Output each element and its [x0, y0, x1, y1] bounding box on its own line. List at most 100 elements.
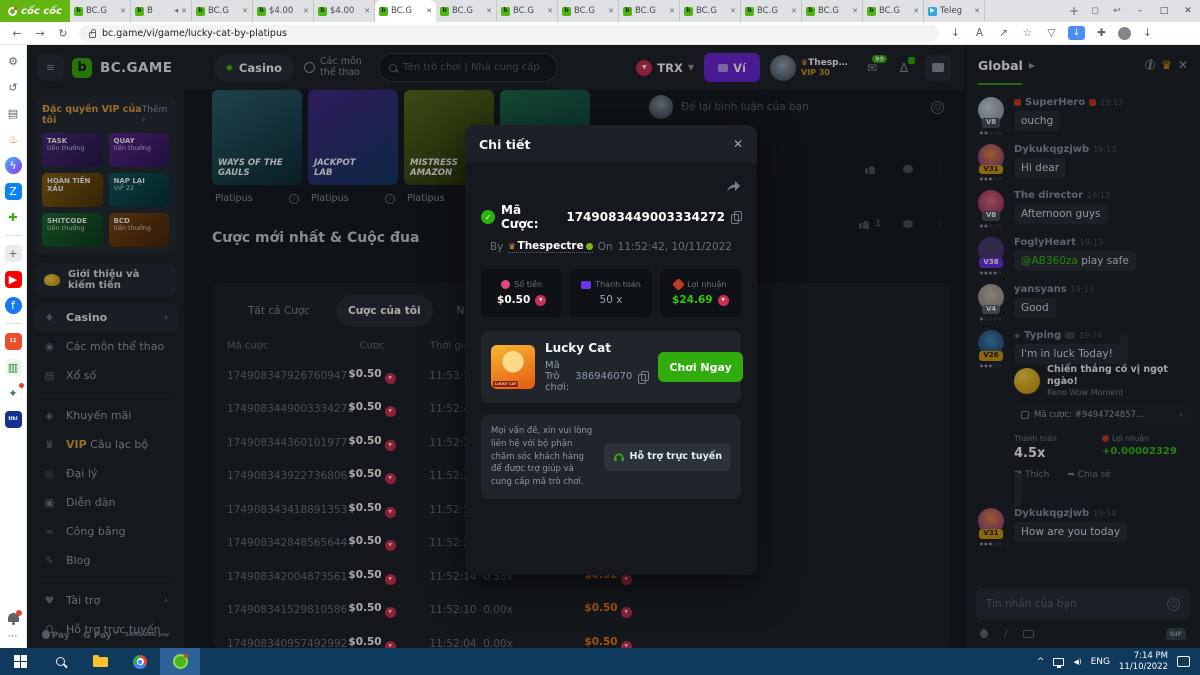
browser-tab[interactable]: b $4.00 ◀ ✕	[314, 0, 375, 22]
copy-icon[interactable]	[638, 371, 648, 383]
tab-close-icon[interactable]: ✕	[120, 7, 126, 15]
tab-title: $4.00	[269, 6, 300, 16]
live-support-button[interactable]: Hỗ trợ trực tuyến	[604, 443, 731, 471]
notification-dot	[19, 383, 24, 388]
browser-tab[interactable]: b BC.G ◀ ✕	[436, 0, 497, 22]
browser-sidebar-icon[interactable]: 11	[5, 333, 22, 350]
taskbar-search-icon[interactable]	[40, 648, 80, 675]
tab-close-icon[interactable]: ✕	[181, 7, 187, 15]
browser-tab[interactable]: b BC.G ◀ ✕	[863, 0, 924, 22]
browser-sidebar-icon[interactable]: ▥	[5, 359, 22, 376]
maximize-button[interactable]: □	[1152, 0, 1176, 22]
tab-title: $4.00	[330, 6, 361, 16]
tab-close-icon[interactable]: ✕	[426, 7, 432, 15]
tab-close-icon[interactable]: ✕	[547, 7, 553, 15]
tab-favicon: b	[318, 7, 327, 16]
file-explorer-icon[interactable]	[80, 648, 120, 675]
bell-icon[interactable]	[8, 613, 19, 622]
more-icon[interactable]: ⋯	[8, 631, 19, 642]
browser-sidebar-icon[interactable]: f	[5, 297, 22, 314]
browser-tab[interactable]: b BC.G ◀ ✕	[497, 0, 558, 22]
volume-icon[interactable]: ◀)	[1073, 658, 1081, 666]
save-page-icon[interactable]: ↓	[948, 27, 963, 39]
tab-favicon: b	[257, 7, 266, 16]
copy-icon[interactable]	[731, 211, 741, 223]
browser-sidebar-icon[interactable]: ✦	[5, 385, 22, 402]
browser-tab[interactable]: b BC.G ◀ ✕	[192, 0, 253, 22]
coccoc-taskbar-icon[interactable]	[160, 648, 200, 675]
tab-close-icon[interactable]: ✕	[303, 7, 309, 15]
forward-icon[interactable]: →	[33, 27, 47, 40]
bet-owner-link[interactable]: ♛Thespectre	[508, 240, 592, 253]
tab-close-icon[interactable]: ✕	[730, 7, 736, 15]
tray-expand-icon[interactable]: ^	[1037, 657, 1045, 667]
reload-icon[interactable]: ↻	[56, 27, 70, 40]
browser-sidebar-icon[interactable]: +	[5, 245, 22, 262]
new-tab-button[interactable]: +	[1064, 0, 1084, 22]
tab-close-icon[interactable]: ✕	[242, 7, 248, 15]
stat-icon	[581, 281, 591, 289]
browser-tab[interactable]: b BC.G ◀ ✕	[802, 0, 863, 22]
network-icon[interactable]	[1053, 658, 1064, 666]
bookmark-star-icon[interactable]: ☆	[1020, 27, 1035, 39]
support-note: Mọi vấn đề, xin vui lòng liên hệ với bộ …	[481, 415, 741, 499]
tab-close-icon[interactable]: ✕	[913, 7, 919, 15]
browser-tab[interactable]: b BC.G ◀ ✕	[619, 0, 680, 22]
browser-tab[interactable]: b B ◀ ✕	[131, 0, 192, 22]
browser-sidebar-icon[interactable]: ✚	[5, 209, 22, 226]
tab-close-icon[interactable]: ✕	[852, 7, 858, 15]
back-icon[interactable]: ←	[10, 27, 24, 40]
game-card: Lucky Cat Mã Trò chơi: 386946070 Chơi Ng…	[481, 331, 741, 403]
tab-close-icon[interactable]: ✕	[608, 7, 614, 15]
download-icon[interactable]: ↓	[1140, 27, 1155, 39]
translate-icon[interactable]: A	[972, 27, 987, 39]
browser-sidebar-icon[interactable]: ♨	[5, 131, 22, 148]
browser-sidebar-icon[interactable]	[5, 235, 22, 236]
minimize-button[interactable]: –	[1128, 0, 1152, 22]
url-field[interactable]: bc.game/vi/game/lucky-cat-by-platipus	[79, 25, 939, 42]
share-bet-icon[interactable]	[481, 179, 741, 193]
tab-favicon: b	[74, 7, 83, 16]
clock[interactable]: 7:14 PM 11/10/2022	[1119, 651, 1168, 672]
shield-icon[interactable]: ▽	[1044, 27, 1059, 39]
browser-sidebar-icon[interactable]: Z	[5, 183, 22, 200]
browser-tab[interactable]: b BC.G ◀ ✕	[558, 0, 619, 22]
extensions-icon[interactable]: ✚	[1094, 27, 1109, 39]
chrome-icon[interactable]	[120, 648, 160, 675]
tab-close-icon[interactable]: ✕	[669, 7, 675, 15]
browser-sidebar-icon[interactable]: ▤	[5, 105, 22, 122]
tab-close-icon[interactable]: ✕	[974, 7, 980, 15]
trx-coin-icon	[535, 295, 546, 306]
tab-close-icon[interactable]: ✕	[486, 7, 492, 15]
game-thumbnail[interactable]	[491, 345, 535, 389]
tab-favicon: b	[379, 7, 388, 16]
browser-tab[interactable]: ▶ Teleg ◀ ✕	[924, 0, 985, 22]
start-button[interactable]	[0, 648, 40, 675]
modal-close-icon[interactable]: ✕	[733, 137, 743, 151]
play-now-button[interactable]: Chơi Ngay	[658, 352, 742, 382]
browser-tab[interactable]: b BC.G ◀ ✕	[680, 0, 741, 22]
browser-tab[interactable]: b BC.G ◀ ✕	[375, 0, 436, 22]
tab-close-icon[interactable]: ✕	[364, 7, 370, 15]
tab-close-icon[interactable]: ✕	[791, 7, 797, 15]
coccoc-logo[interactable]: cốc cốc	[0, 0, 70, 22]
profile-avatar[interactable]	[1118, 27, 1131, 40]
browser-sidebar-icon[interactable]: ▶	[5, 271, 22, 288]
browser-sidebar-icon[interactable]	[5, 323, 22, 324]
address-bar: ← → ↻ bc.game/vi/game/lucky-cat-by-plati…	[0, 22, 1200, 45]
close-button[interactable]: ✕	[1176, 0, 1200, 22]
downloads-button[interactable]: ↓	[1068, 26, 1085, 40]
browser-tab[interactable]: b BC.G ◀ ✕	[741, 0, 802, 22]
browser-tab[interactable]: b BC.G ◀ ✕	[70, 0, 131, 22]
tab-search-icon[interactable]: ◻	[1084, 0, 1106, 22]
browser-sidebar-icon[interactable]: ⚙	[5, 53, 22, 70]
browser-sidebar-icon[interactable]: ↺	[5, 79, 22, 96]
action-center-icon[interactable]	[1177, 656, 1190, 667]
input-language[interactable]: ENG	[1091, 657, 1110, 667]
share-icon[interactable]: ↗	[996, 27, 1011, 39]
game-id-value: 386946070	[575, 371, 632, 382]
recent-tabs-icon[interactable]: ↩	[1106, 0, 1128, 22]
browser-tab[interactable]: b $4.00 ◀ ✕	[253, 0, 314, 22]
browser-sidebar-icon[interactable]: ϟ	[5, 157, 22, 174]
browser-sidebar-icon[interactable]: tiki	[5, 411, 22, 428]
